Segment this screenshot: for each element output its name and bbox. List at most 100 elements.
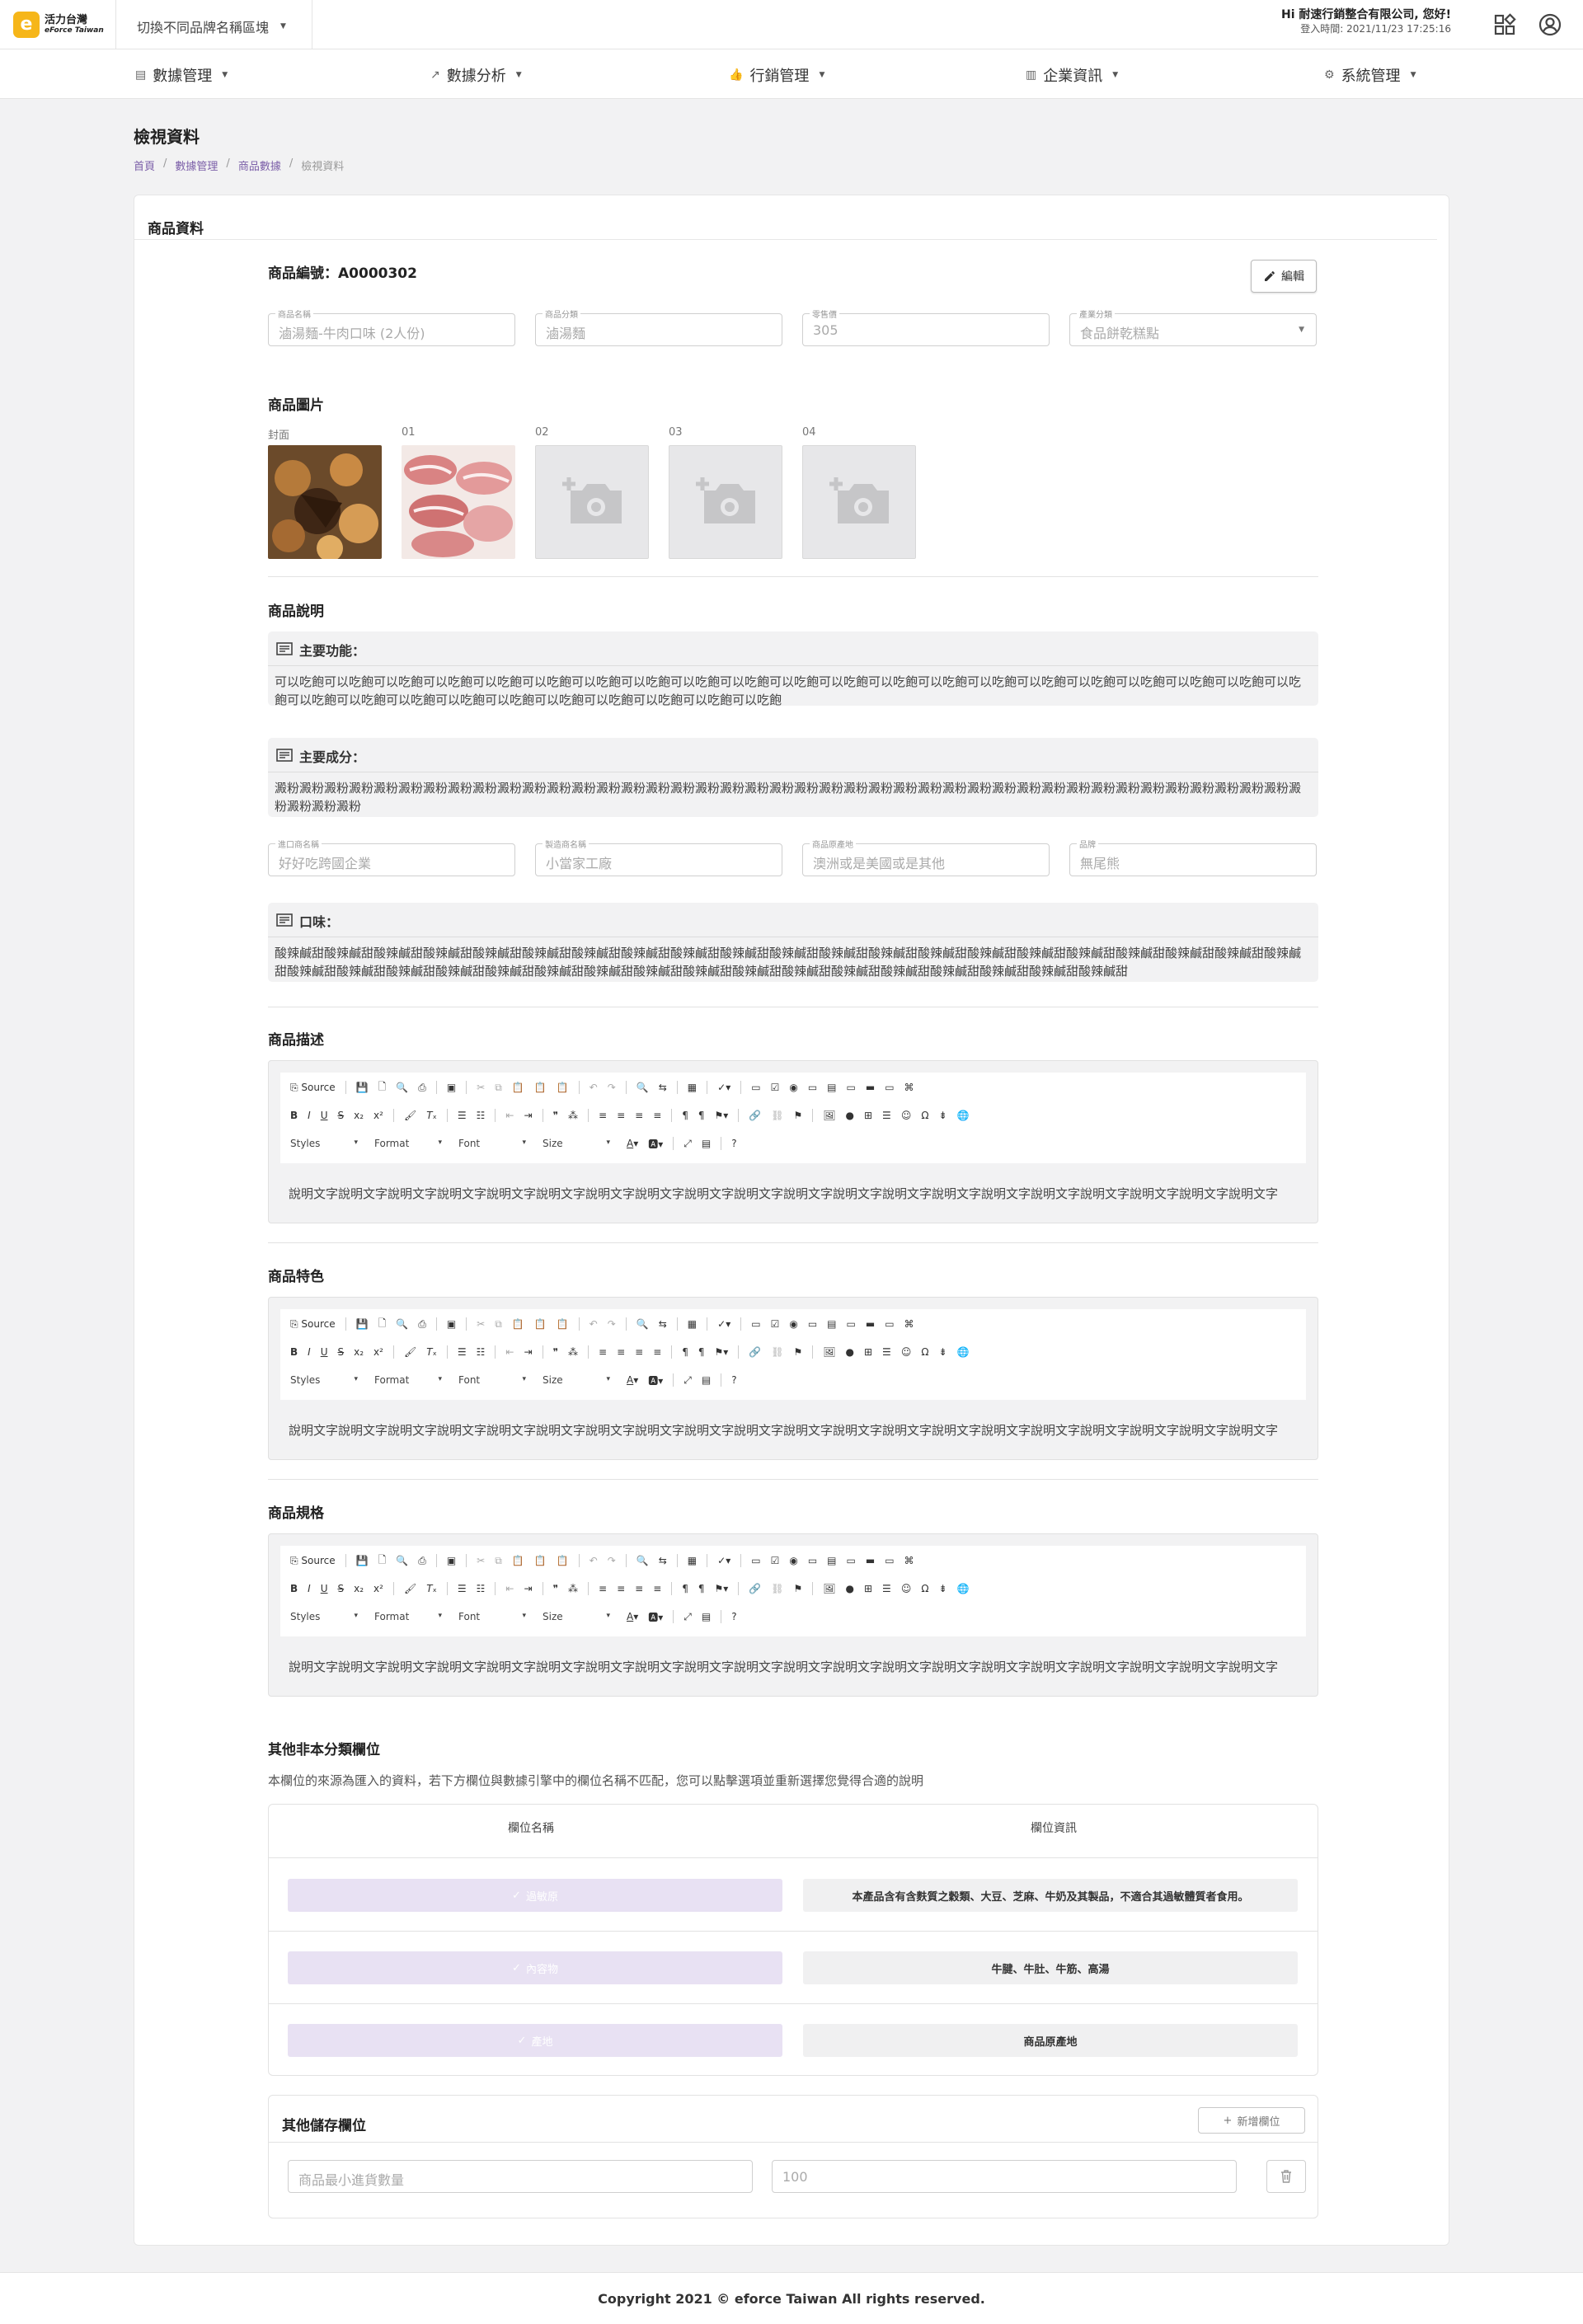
breadcrumb-product-data[interactable]: 商品數據 [238,157,281,173]
flash-icon[interactable]: ● [846,1110,854,1121]
anchor-icon[interactable]: ⚑ [794,1346,803,1358]
manufacturer-field[interactable]: 製造商名稱 小當家工廠 [535,838,782,876]
smiley-icon[interactable]: ☺ [901,1346,912,1358]
styles-dropdown[interactable]: Styles [290,1138,364,1149]
bulleted-list-icon[interactable]: ☷ [477,1110,486,1121]
text-color-icon[interactable]: A▾ [627,1611,638,1622]
numbered-list-icon[interactable]: ☰ [458,1346,467,1358]
preview-icon[interactable]: 🔍 [396,1555,408,1566]
copy-icon[interactable]: ⧉ [495,1318,502,1331]
paste-word-icon[interactable]: 📋 [557,1082,569,1093]
button-icon[interactable]: ▬ [866,1318,875,1330]
replace-icon[interactable]: ⇆ [659,1082,667,1093]
underline-icon[interactable]: U [321,1346,328,1358]
div-icon[interactable]: ⁂ [568,1583,578,1594]
language-icon[interactable]: ⚑▾ [715,1110,729,1121]
italic-icon[interactable]: I [308,1346,311,1358]
field-name-select[interactable]: ✓ 內容物 [288,1951,782,1984]
indent-icon[interactable]: ⇥ [524,1110,532,1121]
div-icon[interactable]: ⁂ [568,1110,578,1121]
source-button[interactable]: ⎘ Source [290,1318,336,1331]
copy-icon[interactable]: ⧉ [495,1082,502,1094]
image-icon[interactable]: 🖼 [823,1110,835,1121]
italic-icon[interactable]: I [308,1110,311,1121]
nav-system[interactable]: ⚙ 系統管理 ▼ [1324,64,1416,86]
link-icon[interactable]: 🔗 [749,1346,761,1358]
iframe-icon[interactable]: 🌐 [957,1110,970,1121]
editor-content[interactable]: 說明文字說明文字說明文字說明文字說明文字說明文字說明文字說明文字說明文字說明文字… [289,1185,1311,1202]
replace-icon[interactable]: ⇆ [659,1555,667,1566]
undo-icon[interactable]: ↶ [590,1318,598,1330]
rich-text-editor-features[interactable]: ⎘ Source 💾 🗋 🔍 ⎙ ▣ ✂ ⧉ 📋 📋 📋 ↶ ↷ 🔍 ⇆ ▦ ✓▾ ▭ ☑ ◉ ▭ ▤ ▭ ▬… [268,1297,1318,1460]
align-right-icon[interactable]: ≡ [635,1583,643,1594]
nav-company-info[interactable]: ▥ 企業資訊 ▼ [1026,64,1118,86]
paste-icon[interactable]: 📋 [512,1082,524,1093]
print-icon[interactable]: ⎙ [418,1555,426,1567]
iframe-icon[interactable]: 🌐 [957,1583,970,1594]
text-color-icon[interactable]: A▾ [627,1138,638,1149]
blockquote-icon[interactable]: ❞ [553,1346,558,1358]
special-char-icon[interactable]: Ω [921,1346,928,1358]
align-center-icon[interactable]: ≡ [617,1583,625,1594]
justify-icon[interactable]: ≡ [653,1583,661,1594]
rtl-icon[interactable]: ¶ [698,1583,705,1594]
about-icon[interactable]: ? [731,1138,736,1149]
blockquote-icon[interactable]: ❞ [553,1110,558,1121]
redo-icon[interactable]: ↷ [608,1318,616,1330]
about-icon[interactable]: ? [731,1374,736,1386]
align-left-icon[interactable]: ≡ [599,1346,607,1358]
numbered-list-icon[interactable]: ☰ [458,1583,467,1594]
paste-text-icon[interactable]: 📋 [534,1082,547,1093]
blockquote-icon[interactable]: ❞ [553,1583,558,1594]
remove-format-icon[interactable]: Tₓ [426,1110,437,1121]
image-icon[interactable]: 🖼 [823,1583,835,1594]
flash-icon[interactable]: ● [846,1346,854,1358]
form-icon[interactable]: ▭ [751,1318,760,1330]
unlink-icon[interactable]: ⛓ [771,1346,783,1358]
font-dropdown[interactable]: Font [458,1374,533,1386]
retail-price-field[interactable]: 零售價 305 [802,308,1050,346]
form-icon[interactable]: ▭ [751,1555,760,1566]
product-image-01[interactable] [402,445,515,559]
cut-icon[interactable]: ✂ [477,1555,485,1566]
paste-text-icon[interactable]: 📋 [534,1555,547,1566]
button-icon[interactable]: ▬ [866,1555,875,1566]
paste-icon[interactable]: 📋 [512,1555,524,1566]
imagebutton-icon[interactable]: ▭ [885,1082,894,1093]
breadcrumb-data-management[interactable]: 數據管理 [175,157,218,173]
templates-icon[interactable]: ▣ [447,1555,456,1566]
bulleted-list-icon[interactable]: ☷ [477,1346,486,1358]
undo-icon[interactable]: ↶ [590,1555,598,1566]
copy-format-icon[interactable]: 🖌 [404,1110,416,1121]
brand-field[interactable]: 品牌 無尾熊 [1069,838,1317,876]
templates-icon[interactable]: ▣ [447,1318,456,1330]
textfield-icon[interactable]: ▭ [808,1082,817,1093]
rtl-icon[interactable]: ¶ [698,1346,705,1358]
radio-icon[interactable]: ◉ [789,1555,797,1566]
smiley-icon[interactable]: ☺ [901,1110,912,1121]
strike-icon[interactable]: S [338,1346,345,1358]
iframe-icon[interactable]: 🌐 [957,1346,970,1358]
edit-button[interactable]: 編輯 [1251,260,1317,293]
align-left-icon[interactable]: ≡ [599,1583,607,1594]
hidden-field-icon[interactable]: ⌘ [904,1082,914,1093]
anchor-icon[interactable]: ⚑ [794,1110,803,1121]
spellcheck-icon[interactable]: ✓▾ [717,1318,730,1330]
source-button[interactable]: ⎘ Source [290,1555,336,1567]
strike-icon[interactable]: S [338,1583,345,1594]
paste-word-icon[interactable]: 📋 [557,1555,569,1566]
radio-icon[interactable]: ◉ [789,1318,797,1330]
imagebutton-icon[interactable]: ▭ [885,1318,894,1330]
save-icon[interactable]: 💾 [356,1318,369,1330]
maximize-icon[interactable]: ⤢ [683,1374,692,1387]
textfield-icon[interactable]: ▭ [808,1318,817,1330]
align-left-icon[interactable]: ≡ [599,1110,607,1121]
select-icon[interactable]: ▭ [847,1318,856,1330]
font-dropdown[interactable]: Font [458,1138,533,1149]
superscript-icon[interactable]: x² [373,1110,383,1121]
logo[interactable]: e 活力台灣 eForce Taiwan [13,12,104,38]
textarea-icon[interactable]: ▤ [827,1318,836,1330]
table-icon[interactable]: ⊞ [864,1583,872,1594]
indent-icon[interactable]: ⇥ [524,1346,532,1358]
origin-field[interactable]: 商品原產地 澳洲或是美國或是其他 [802,838,1050,876]
